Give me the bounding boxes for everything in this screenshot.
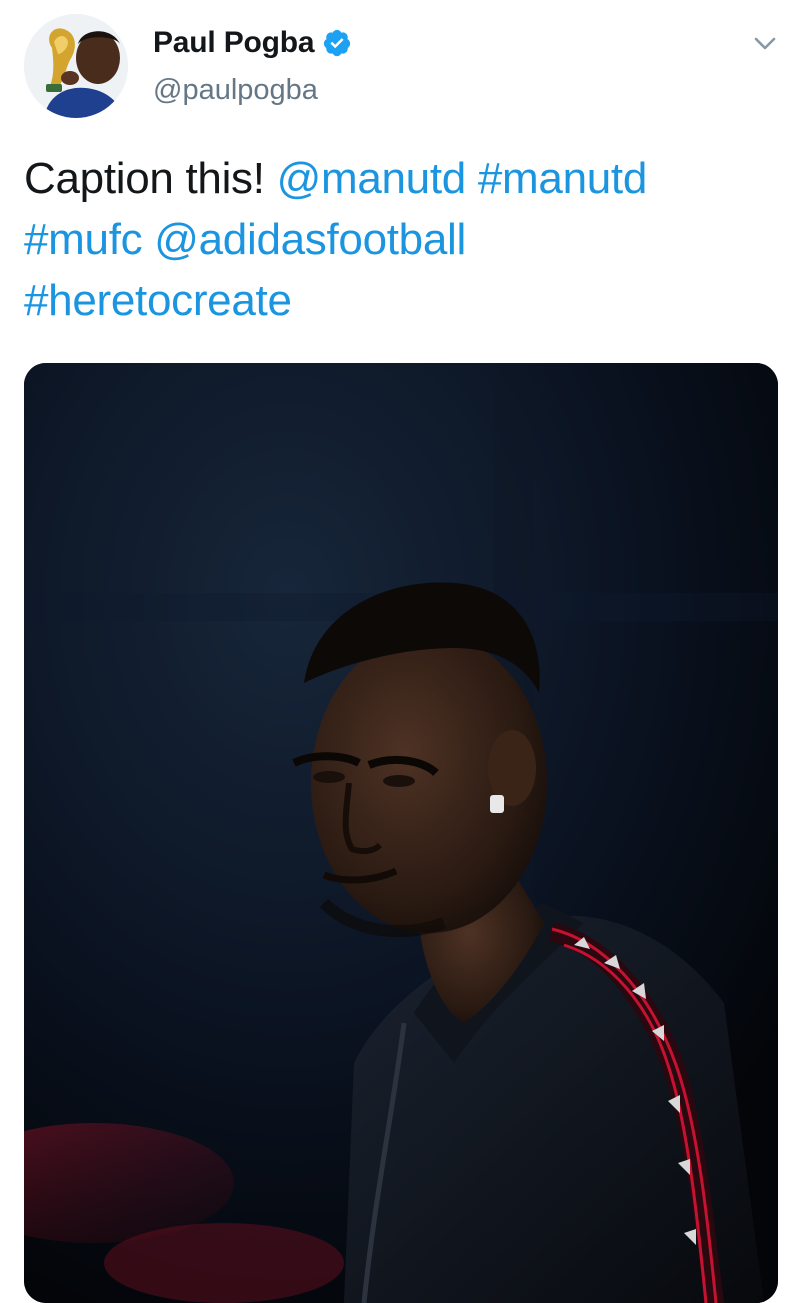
avatar[interactable] (24, 14, 128, 118)
tweet-photo[interactable] (24, 363, 778, 1303)
tweet-header: Paul Pogba @paulpogba (0, 0, 800, 130)
mention-link-manutd[interactable]: @manutd (277, 154, 467, 203)
author-display-name[interactable]: Paul Pogba (153, 26, 315, 60)
hashtag-link-mufc[interactable]: #mufc (24, 215, 143, 264)
avatar-image (24, 14, 128, 118)
author-handle[interactable]: @paulpogba (153, 74, 318, 107)
hashtag-link-manutd[interactable]: #manutd (478, 154, 647, 203)
hashtag-link-heretocreate[interactable]: #heretocreate (24, 276, 292, 325)
tweet-text: Caption this! @manutd #manutd #mufc @adi… (24, 148, 764, 331)
photo-image (24, 363, 778, 1303)
chevron-down-icon[interactable] (752, 30, 778, 56)
author-name-row[interactable]: Paul Pogba (153, 26, 352, 60)
tweet-text-lead: Caption this! (24, 154, 265, 203)
verified-badge-icon (324, 29, 351, 57)
mention-link-adidasfootball[interactable]: @adidasfootball (154, 215, 466, 264)
